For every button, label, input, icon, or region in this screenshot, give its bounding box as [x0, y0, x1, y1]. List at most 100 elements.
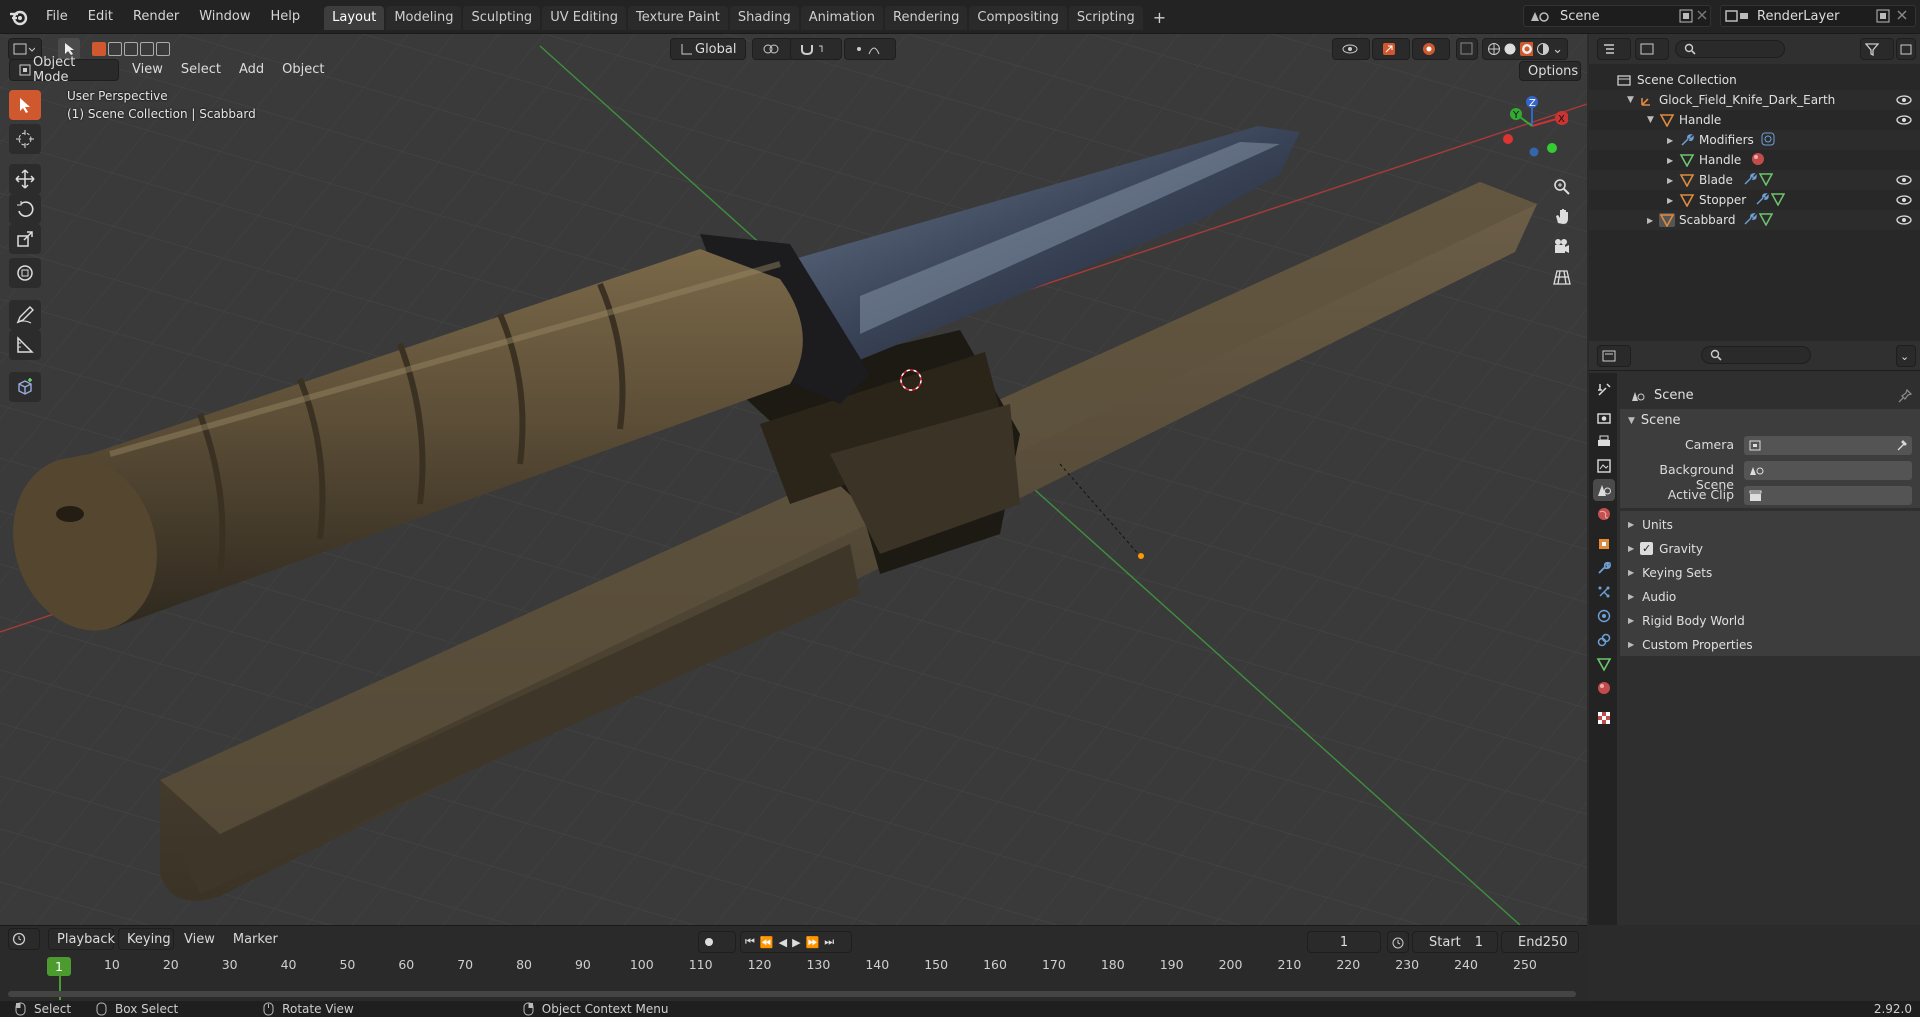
timeline-editor-type[interactable] — [8, 928, 40, 950]
outliner-item-modifiers[interactable]: ▶ Modifiers — [1589, 130, 1920, 150]
rendered-shading-icon[interactable] — [1536, 42, 1549, 56]
tab-rendering[interactable]: Rendering — [885, 5, 968, 30]
tab-tool[interactable] — [1593, 379, 1615, 401]
new-selection-icon[interactable] — [92, 42, 106, 56]
eye-toggle-icon[interactable] — [1896, 174, 1912, 186]
viewport-menu-select[interactable]: Select — [172, 62, 230, 77]
frame-ruler[interactable]: 1 10 20 30 40 50 60 70 80 90 100 110 120 130 140 150 16… — [0, 954, 1587, 976]
tab-render[interactable] — [1593, 407, 1615, 429]
tab-scene[interactable] — [1593, 479, 1615, 501]
remove-view-layer-icon[interactable] — [1896, 9, 1908, 21]
expand-arrow-icon[interactable]: ▼ — [1627, 95, 1639, 105]
cursor-tool[interactable] — [9, 124, 41, 154]
tab-modeling[interactable]: Modeling — [386, 5, 462, 30]
orientation-dropdown[interactable]: Global — [670, 38, 746, 60]
scale-tool[interactable] — [9, 224, 41, 254]
snap-dropdown[interactable] — [790, 38, 842, 60]
menu-edit[interactable]: Edit — [78, 9, 123, 24]
audio-panel-header[interactable]: ▶ Audio — [1620, 585, 1920, 608]
tab-shading[interactable]: Shading — [729, 5, 799, 30]
expand-arrow-icon[interactable]: ▼ — [1647, 115, 1659, 125]
subtract-selection-icon[interactable] — [124, 42, 138, 56]
units-panel-header[interactable]: ▶ Units — [1620, 513, 1920, 536]
add-workspace-button[interactable]: + — [1145, 6, 1174, 30]
outliner-item-knife[interactable]: ▼ Glock_Field_Knife_Dark_Earth — [1589, 90, 1920, 110]
custom-properties-panel-header[interactable]: ▶ Custom Properties — [1620, 633, 1920, 656]
blender-logo-icon[interactable] — [8, 6, 30, 28]
expand-arrow-icon[interactable]: ▶ — [1667, 196, 1679, 205]
overlays-toggle[interactable] — [1412, 38, 1450, 60]
tab-compositing[interactable]: Compositing — [969, 5, 1067, 30]
tab-physics[interactable] — [1593, 605, 1615, 627]
viewport-menu-view[interactable]: View — [123, 62, 172, 77]
tab-material[interactable] — [1593, 677, 1615, 699]
expand-arrow-icon[interactable]: ▶ — [1667, 156, 1679, 165]
previous-keyframe-icon[interactable]: ⏪ — [760, 936, 774, 949]
outliner-editor-type[interactable] — [1597, 38, 1631, 60]
measure-tool[interactable] — [9, 330, 41, 360]
gravity-checkbox[interactable]: ✓ — [1640, 542, 1654, 555]
camera-view-button[interactable] — [1548, 233, 1576, 261]
object-mode-dropdown[interactable]: Object Mode — [9, 55, 119, 85]
gravity-panel-header[interactable]: ▶ ✓ Gravity — [1620, 537, 1920, 560]
play-icon[interactable]: ▶ — [792, 936, 800, 949]
pan-button[interactable] — [1548, 202, 1576, 230]
move-tool[interactable] — [9, 164, 41, 194]
timeline-menu-marker[interactable]: Marker — [233, 932, 278, 947]
extend-selection-icon[interactable] — [108, 42, 122, 56]
navigation-gizmo[interactable]: X Z Y — [1496, 96, 1568, 166]
expand-arrow-icon[interactable]: ▶ — [1647, 216, 1659, 225]
xray-toggle[interactable] — [1456, 38, 1478, 60]
play-reverse-icon[interactable]: ◀ — [779, 936, 787, 949]
transform-tool[interactable] — [9, 258, 41, 288]
tab-view-layer[interactable] — [1593, 455, 1615, 477]
tab-output[interactable] — [1593, 431, 1615, 453]
keying-dropdown[interactable]: Keying — [118, 928, 174, 950]
perspective-toggle[interactable] — [1548, 263, 1576, 291]
new-scene-icon[interactable] — [1679, 9, 1693, 23]
new-view-layer-icon[interactable] — [1876, 9, 1890, 23]
zoom-button[interactable] — [1548, 173, 1576, 201]
expand-arrow-icon[interactable]: ▶ — [1667, 176, 1679, 185]
tab-texture-paint[interactable]: Texture Paint — [628, 5, 728, 30]
viewport-scene[interactable] — [0, 34, 1587, 925]
outliner-item-handle-object[interactable]: ▼ Handle — [1589, 110, 1920, 130]
solid-shading-icon[interactable] — [1503, 42, 1516, 56]
intersect-selection-icon[interactable] — [156, 42, 170, 56]
background-scene-field[interactable] — [1744, 461, 1912, 480]
tab-data[interactable] — [1593, 653, 1615, 675]
preview-range-toggle[interactable] — [1387, 931, 1409, 953]
properties-search-input[interactable] — [1701, 346, 1811, 364]
camera-field[interactable] — [1744, 436, 1912, 455]
properties-editor-type[interactable] — [1597, 345, 1631, 367]
tab-constraints[interactable] — [1593, 629, 1615, 651]
properties-options[interactable]: ⌄ — [1896, 345, 1916, 367]
tab-uv-editing[interactable]: UV Editing — [542, 5, 627, 30]
tab-texture[interactable] — [1593, 707, 1615, 729]
timeline-scrollbar[interactable] — [8, 991, 1576, 997]
viewport-menu-object[interactable]: Object — [273, 62, 333, 77]
wireframe-shading-icon[interactable] — [1487, 42, 1500, 56]
menu-render[interactable]: Render — [123, 9, 189, 24]
options-dropdown[interactable]: Options — [1519, 61, 1581, 81]
next-keyframe-icon[interactable]: ⏩ — [806, 936, 820, 949]
tab-animation[interactable]: Animation — [800, 5, 883, 30]
proportional-editing[interactable] — [844, 38, 896, 60]
tab-modifiers[interactable] — [1593, 557, 1615, 579]
eye-toggle-icon[interactable] — [1896, 94, 1912, 106]
eye-toggle-icon[interactable] — [1896, 194, 1912, 206]
3d-viewport[interactable]: Global ⌄ Object Mode View Select Add Obj… — [0, 34, 1587, 925]
tab-object[interactable] — [1593, 533, 1615, 555]
display-mode-dropdown[interactable] — [1635, 38, 1669, 60]
record-button[interactable] — [698, 931, 736, 953]
end-frame-field[interactable]: End 250 — [1501, 931, 1579, 953]
outliner-search-input[interactable] — [1675, 40, 1785, 58]
rigid-body-world-panel-header[interactable]: ▶ Rigid Body World — [1620, 609, 1920, 632]
tab-world[interactable] — [1593, 503, 1615, 525]
material-preview-icon[interactable] — [1519, 42, 1533, 56]
viewport-menu-add[interactable]: Add — [230, 62, 273, 77]
active-clip-field[interactable] — [1744, 486, 1912, 505]
keying-sets-panel-header[interactable]: ▶ Keying Sets — [1620, 561, 1920, 584]
shading-dropdown-arrow[interactable]: ⌄ — [1552, 42, 1563, 57]
remove-scene-icon[interactable] — [1696, 9, 1708, 21]
